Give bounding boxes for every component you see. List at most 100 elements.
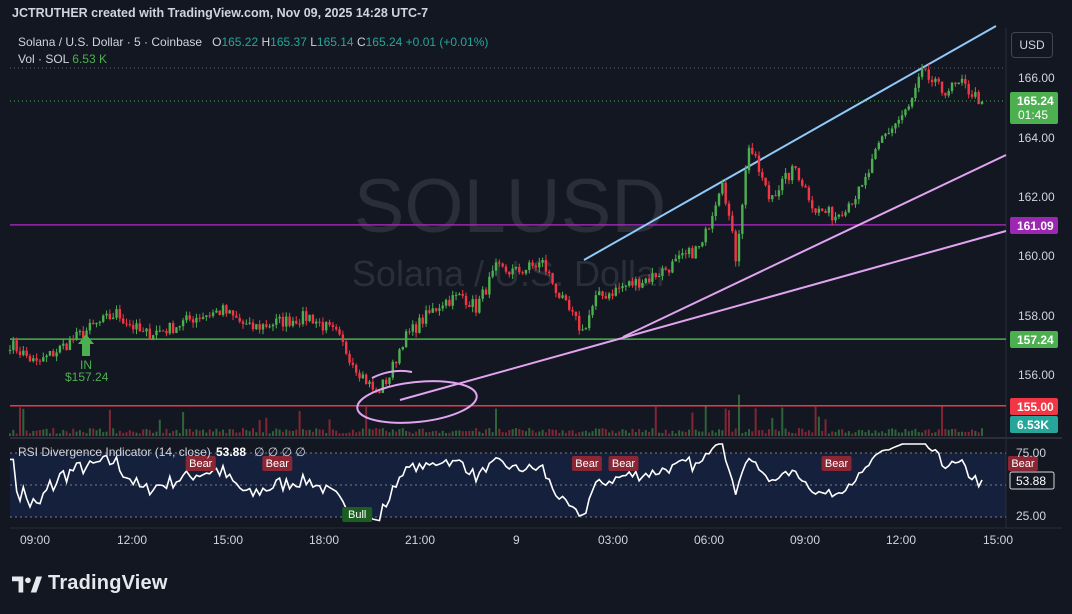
candle-body: [225, 305, 228, 314]
candle-body: [102, 315, 105, 322]
volume-bar: [481, 433, 484, 436]
candle-body: [151, 335, 155, 339]
candle-body: [890, 128, 894, 134]
candle-body: [361, 374, 365, 379]
candle-body: [761, 172, 764, 178]
candle-body: [564, 295, 568, 301]
bear-divergence-label: Bear: [266, 458, 290, 470]
candle-body: [431, 308, 434, 313]
candle-body: [697, 246, 701, 248]
volume-bar: [654, 406, 657, 436]
volume-bar: [508, 430, 511, 436]
candle-body: [751, 147, 754, 154]
ohlc-legend[interactable]: Solana / U.S. Dollar · 5 · Coinbase O165…: [18, 35, 488, 66]
candle-body: [268, 326, 271, 328]
candle-body: [281, 316, 285, 327]
candle-body: [358, 372, 361, 379]
candle-body: [614, 287, 618, 296]
candle-body: [950, 82, 954, 92]
volume-bar: [671, 430, 674, 436]
rsi-tick: 25.00: [1016, 509, 1046, 523]
bear-divergence-label: Bear: [575, 458, 599, 470]
candle-body: [165, 331, 168, 334]
candle-body: [844, 212, 847, 216]
chart-canvas[interactable]: SOLUSD Solana / U.S. Dollar Bear BearBull…: [0, 0, 1072, 614]
volume-bar: [821, 430, 824, 436]
candle-body: [601, 291, 604, 297]
volume-bar: [285, 429, 288, 436]
volume-bar: [265, 417, 268, 436]
candle-body: [275, 318, 278, 325]
volume-bar: [78, 430, 81, 436]
volume-bar: [168, 432, 171, 436]
volume-bar: [797, 428, 800, 436]
volume-bar: [694, 429, 697, 436]
volume-bar: [957, 431, 960, 436]
candle-body: [298, 323, 301, 325]
volume-bar: [751, 431, 754, 436]
volume-bar: [448, 432, 451, 436]
rsi-legend[interactable]: RSI Divergence Indicator (14, close) 53.…: [18, 445, 306, 459]
candle-body: [128, 324, 132, 326]
volume-bar: [514, 428, 517, 436]
volume-bar: [281, 431, 284, 436]
volume-bar: [774, 429, 777, 436]
candle-body: [970, 94, 974, 97]
volume-bar: [847, 431, 850, 436]
candle-body: [807, 187, 811, 201]
candle-body: [185, 315, 188, 321]
candle-body: [821, 208, 824, 211]
tradingview-logo[interactable]: TradingView: [12, 572, 168, 595]
volume-bar: [172, 431, 175, 436]
candle-body: [424, 310, 428, 324]
candle-body: [441, 305, 444, 309]
volume-bar: [245, 430, 248, 436]
level-badge-155: 155.00: [1010, 398, 1058, 415]
volume-bar: [45, 428, 48, 436]
volume-bar: [228, 429, 231, 436]
volume-bar: [471, 430, 474, 436]
volume-bar: [122, 432, 125, 436]
candle-body: [644, 278, 647, 283]
volume-bar: [415, 431, 418, 436]
currency-button[interactable]: USD: [1011, 32, 1053, 58]
candle-body: [501, 263, 504, 267]
volume-bar: [311, 431, 314, 436]
volume-bar: [22, 408, 25, 436]
volume-bar: [475, 428, 478, 436]
volume-bar: [814, 406, 817, 436]
volume-bar: [867, 429, 870, 436]
candle-body: [860, 185, 864, 187]
time-tick: 18:00: [309, 533, 339, 547]
volume-bar: [441, 430, 444, 436]
candle-body: [811, 200, 814, 209]
time-axis[interactable]: 09:00 12:00 15:00 18:00 21:00 9 03:00 06…: [20, 533, 1013, 547]
candle-body: [22, 350, 25, 355]
volume-bar: [578, 432, 581, 436]
candle-body: [747, 147, 751, 171]
volume-bar: [408, 431, 411, 436]
volume-bar: [242, 428, 245, 436]
candle-body: [471, 299, 474, 307]
candle-body: [664, 268, 667, 270]
candle-body: [671, 261, 674, 273]
candle-body: [125, 323, 128, 325]
volume-bar: [148, 430, 151, 436]
volume-bar: [368, 428, 371, 436]
volume-bar: [255, 432, 258, 436]
candle-body: [468, 305, 471, 307]
candle-body: [877, 142, 881, 150]
volume-bar: [631, 428, 634, 436]
volume-bar: [891, 428, 894, 436]
time-tick: 09:00: [790, 533, 820, 547]
candle-body: [384, 379, 388, 384]
volume-bar: [921, 432, 924, 436]
candle-body: [62, 343, 65, 346]
volume-bar: [158, 419, 161, 436]
candle-body: [271, 324, 275, 327]
volume-bar: [887, 429, 890, 436]
candle-body: [797, 167, 801, 181]
candle-body: [704, 228, 707, 243]
volume-bar: [907, 431, 910, 436]
volume-bar: [375, 428, 378, 436]
